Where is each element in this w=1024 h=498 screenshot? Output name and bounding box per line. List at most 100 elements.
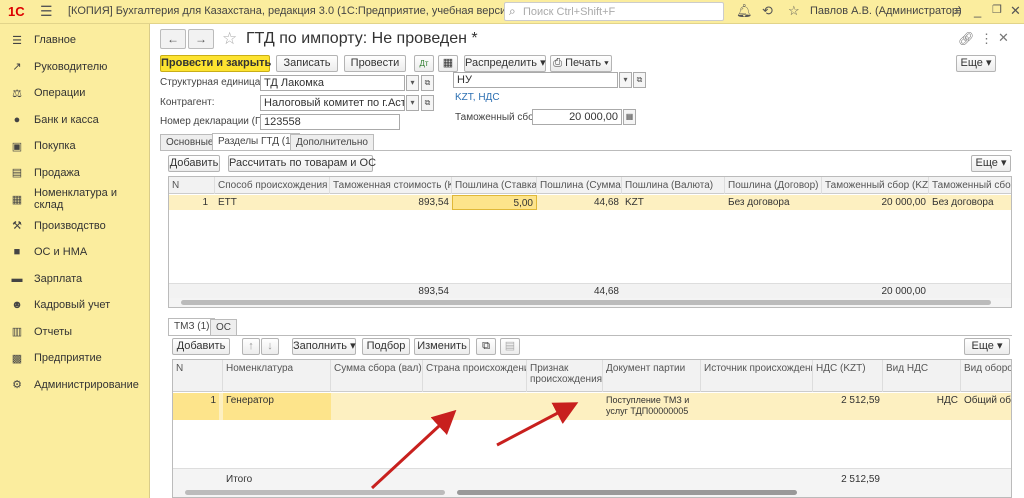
- tab-sections[interactable]: Разделы ГТД (1): [212, 133, 300, 150]
- cell-duty-sum[interactable]: 44,68: [537, 195, 622, 210]
- move-down-icon[interactable]: ↓: [261, 338, 279, 355]
- sections-add-button[interactable]: Добавить: [168, 155, 220, 172]
- cell-origin-flag[interactable]: [527, 393, 603, 420]
- column-header[interactable]: Признак происхождения: [527, 360, 603, 392]
- distribute-button[interactable]: Распределить ▾: [464, 55, 546, 72]
- sidebar-item-operations[interactable]: ⚖ Операции: [0, 80, 149, 107]
- column-header[interactable]: Вид НДС: [883, 360, 961, 392]
- column-header[interactable]: Пошлина (Валюта): [622, 177, 725, 194]
- customs-fee-field[interactable]: 20 000,00: [532, 109, 622, 125]
- column-header[interactable]: Таможенный сбор (Д: [929, 177, 1011, 194]
- change-button[interactable]: Изменить: [414, 338, 470, 355]
- sidebar-item-main[interactable]: ☰ Главное: [0, 27, 149, 54]
- sidebar-item-admin[interactable]: ⚙ Администрирование: [0, 372, 149, 399]
- cell-fee-sum[interactable]: [331, 393, 423, 420]
- column-header[interactable]: Номенклатура: [223, 360, 331, 392]
- cell-country[interactable]: [423, 393, 527, 420]
- contractor-dropdown-icon[interactable]: ▾: [406, 95, 419, 111]
- close-form-icon[interactable]: ✕: [998, 30, 1009, 46]
- cell-duty-rate[interactable]: 5,00: [452, 195, 537, 210]
- minimize-icon[interactable]: _: [974, 3, 981, 18]
- sections-more-button[interactable]: Еще ▾: [971, 155, 1011, 172]
- tab-main[interactable]: Основные: [160, 134, 220, 150]
- sidebar-item-sales[interactable]: ▤ Продажа: [0, 160, 149, 187]
- cell-customs-value[interactable]: 893,54: [330, 195, 452, 210]
- column-header[interactable]: Страна происхождения: [423, 360, 527, 392]
- copy-icon[interactable]: ⧉: [476, 338, 496, 355]
- sections-table[interactable]: N Способ происхождения Таможенная стоимо…: [168, 176, 1012, 308]
- favorite-star-icon[interactable]: ☆: [222, 29, 237, 49]
- save-button[interactable]: Записать: [276, 55, 338, 72]
- sidebar-item-purchase[interactable]: ▣ Покупка: [0, 133, 149, 160]
- table-row[interactable]: 1 ЕТТ 893,54 5,00 44,68 KZT Без договора…: [169, 195, 1011, 210]
- tab-tmz[interactable]: ТМЗ (1): [168, 318, 216, 335]
- forward-arrow-icon[interactable]: →: [188, 29, 214, 49]
- unit-dropdown-icon[interactable]: ▾: [406, 75, 419, 91]
- goods-more-button[interactable]: Еще ▾: [964, 338, 1010, 355]
- goods-table[interactable]: N Номенклатура Сумма сбора (вал) Страна …: [172, 359, 1012, 498]
- close-icon[interactable]: ✕: [1010, 3, 1021, 19]
- scrollbar-thumb[interactable]: [185, 490, 445, 495]
- bell-icon[interactable]: 🔔︎: [736, 3, 753, 19]
- sidebar-item-enterprise[interactable]: ▩ Предприятие: [0, 345, 149, 372]
- sidebar-item-bank[interactable]: ● Банк и касса: [0, 107, 149, 134]
- column-header[interactable]: Пошлина (Ставка): [452, 177, 537, 194]
- contractor-open-icon[interactable]: ⧉: [421, 95, 434, 111]
- scrollbar-thumb[interactable]: [181, 300, 991, 305]
- hamburger-menu-icon[interactable]: ☰: [40, 3, 53, 20]
- calculator-icon[interactable]: ▦: [623, 109, 636, 125]
- favorites-star-icon[interactable]: ☆: [788, 3, 800, 19]
- user-name[interactable]: Павлов А.В. (Администратор): [810, 5, 962, 17]
- column-header[interactable]: Пошлина (Сумма): [537, 177, 622, 194]
- post-and-close-button[interactable]: Провести и закрыть: [160, 55, 271, 72]
- scrollbar-thumb-active[interactable]: [457, 490, 797, 495]
- cell-vat-type[interactable]: НДС: [883, 393, 961, 420]
- cell-turnover-type[interactable]: Общий обо: [961, 393, 1011, 420]
- paste-icon[interactable]: ▤: [500, 338, 520, 355]
- column-header[interactable]: Документ партии: [603, 360, 701, 392]
- cell-origin-method[interactable]: ЕТТ: [215, 195, 330, 210]
- column-header[interactable]: НДС (KZT): [813, 360, 883, 392]
- sidebar-item-assets[interactable]: ■ ОС и НМА: [0, 239, 149, 266]
- link-icon[interactable]: 🔗︎: [958, 31, 975, 47]
- post-button[interactable]: Провести: [344, 55, 406, 72]
- back-arrow-icon[interactable]: ←: [160, 29, 186, 49]
- column-header[interactable]: Таможенная стоимость (KZT): [330, 177, 452, 194]
- settings-lines-icon[interactable]: ≡: [954, 3, 962, 18]
- more-vertical-icon[interactable]: ⋮: [980, 31, 993, 47]
- goods-scrollbar[interactable]: [173, 488, 1011, 497]
- declaration-field[interactable]: 123558: [260, 114, 400, 130]
- column-header[interactable]: N: [169, 177, 215, 194]
- sidebar-item-salary[interactable]: ▬ Зарплата: [0, 266, 149, 293]
- column-header[interactable]: Пошлина (Договор): [725, 177, 822, 194]
- restore-icon[interactable]: ❐: [992, 3, 1002, 16]
- unit-open-icon[interactable]: ⧉: [421, 75, 434, 91]
- print-button[interactable]: ⎙ Печать ▾: [550, 55, 612, 72]
- select-button[interactable]: Подбор: [362, 338, 410, 355]
- column-header[interactable]: Вид оборот: [961, 360, 1011, 392]
- contractor-field[interactable]: Налоговый комитет по г.Астана: [260, 95, 405, 111]
- fill-button[interactable]: Заполнить ▾: [292, 338, 356, 355]
- tax-dropdown-icon[interactable]: ▾: [619, 72, 632, 88]
- currency-vat-link[interactable]: KZT, НДС: [455, 92, 500, 103]
- history-icon[interactable]: ⟲: [762, 3, 773, 19]
- cell-vat[interactable]: 2 512,59: [813, 393, 883, 420]
- cell-duty-currency[interactable]: KZT: [622, 195, 725, 210]
- column-header[interactable]: Способ происхождения: [215, 177, 330, 194]
- tab-additional[interactable]: Дополнительно: [290, 134, 374, 150]
- table-row[interactable]: 1 Генератор Поступление ТМЗ и услуг ТДП0…: [173, 393, 1011, 420]
- tab-os[interactable]: ОС: [210, 319, 237, 335]
- tax-open-icon[interactable]: ⧉: [633, 72, 646, 88]
- structure-icon[interactable]: ▦: [438, 55, 458, 72]
- sidebar-item-hr[interactable]: ☻ Кадровый учет: [0, 292, 149, 319]
- unit-field[interactable]: ТД Лакомка: [260, 75, 405, 91]
- goods-add-button[interactable]: Добавить: [172, 338, 230, 355]
- sidebar-item-warehouse[interactable]: ▦ Номенклатура и склад: [0, 186, 149, 213]
- more-button[interactable]: Еще ▾: [956, 55, 996, 72]
- move-up-icon[interactable]: ↑: [242, 338, 260, 355]
- journal-icon[interactable]: Дт: [414, 55, 434, 72]
- tax-account-field[interactable]: НУ: [453, 72, 618, 88]
- cell-nomenclature[interactable]: Генератор: [223, 393, 331, 420]
- sidebar-item-production[interactable]: ⚒ Производство: [0, 213, 149, 240]
- column-header[interactable]: N: [173, 360, 223, 392]
